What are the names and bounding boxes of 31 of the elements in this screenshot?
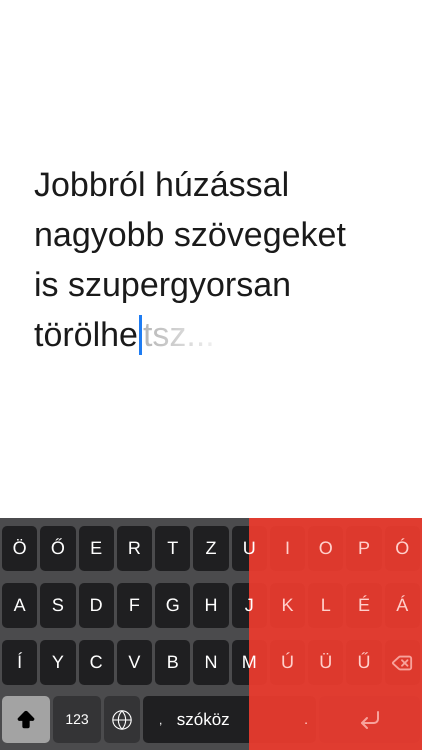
key[interactable]: Y <box>40 640 76 685</box>
comma-label: , <box>159 712 162 728</box>
key[interactable]: D <box>78 583 114 628</box>
key[interactable]: G <box>155 583 190 628</box>
globe-icon <box>111 708 133 730</box>
key[interactable]: F <box>116 583 152 628</box>
key[interactable]: A <box>2 583 38 628</box>
text-line: Jobbról húzással <box>34 165 290 206</box>
numbers-key[interactable]: 123 <box>53 696 101 743</box>
key[interactable]: V <box>116 640 152 685</box>
shift-icon <box>15 708 37 730</box>
space-label: szóköz <box>176 708 230 731</box>
key[interactable]: B <box>155 640 190 685</box>
key[interactable]: E <box>78 526 114 571</box>
text-cursor <box>138 315 142 355</box>
key[interactable]: H <box>193 583 229 628</box>
key[interactable]: S <box>40 583 76 628</box>
key[interactable]: Z <box>193 526 229 571</box>
globe-key[interactable] <box>104 696 140 743</box>
text-line: nagyobb szövegeket <box>34 215 346 256</box>
key[interactable]: Ö <box>2 526 38 571</box>
text-line: is szupergyorsan <box>34 265 292 306</box>
text-line: törölhe <box>34 315 138 356</box>
key[interactable]: T <box>155 526 190 571</box>
key[interactable]: C <box>78 640 114 685</box>
key[interactable]: N <box>193 640 229 685</box>
key[interactable]: Í <box>2 640 38 685</box>
period-label: . <box>304 710 308 729</box>
key[interactable]: R <box>116 526 152 571</box>
shift-key[interactable] <box>2 696 50 743</box>
key[interactable]: Ő <box>40 526 76 571</box>
